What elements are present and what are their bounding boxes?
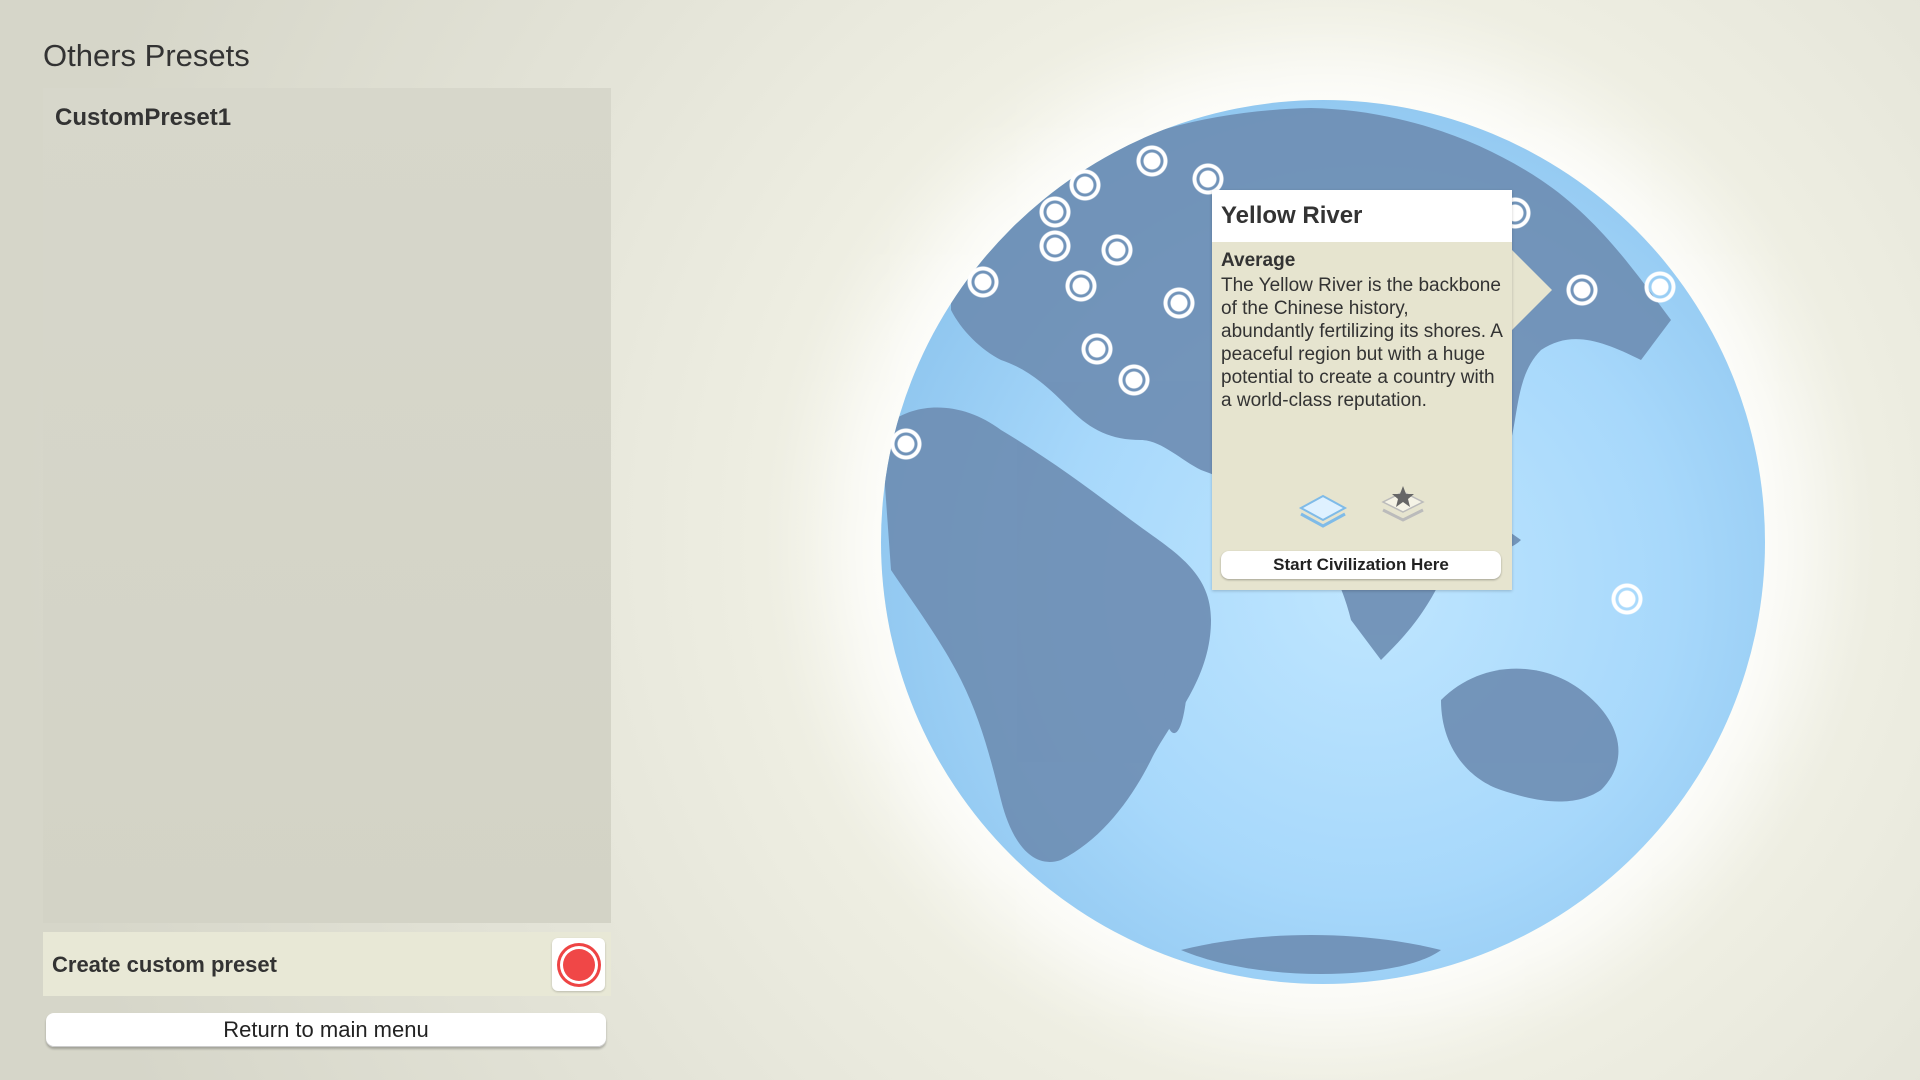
star-layers-icon xyxy=(1381,486,1425,522)
region-marker[interactable] xyxy=(965,264,1001,300)
region-tooltip: Yellow River Average The Yellow River is… xyxy=(1212,190,1512,590)
region-marker[interactable] xyxy=(1037,228,1073,264)
region-marker[interactable] xyxy=(1037,194,1073,230)
create-preset-button[interactable] xyxy=(552,938,605,991)
record-icon xyxy=(559,945,598,984)
tooltip-icons xyxy=(1297,486,1427,542)
tooltip-title: Yellow River xyxy=(1212,190,1512,242)
region-marker[interactable] xyxy=(888,426,924,462)
panel-title: Others Presets xyxy=(43,38,250,73)
region-marker[interactable] xyxy=(1099,232,1135,268)
region-marker[interactable] xyxy=(1609,581,1645,617)
region-marker[interactable] xyxy=(1642,269,1678,305)
tooltip-difficulty: Average xyxy=(1221,250,1296,271)
region-marker[interactable] xyxy=(1067,167,1103,203)
tooltip-arrow xyxy=(1512,250,1552,330)
create-preset-bar: Create custom preset xyxy=(43,932,611,996)
return-to-main-menu-button[interactable]: Return to main menu xyxy=(46,1013,606,1047)
tooltip-description: The Yellow River is the backbone of the … xyxy=(1221,275,1502,411)
preset-list: CustomPreset1 xyxy=(43,88,611,923)
start-civilization-button[interactable]: Start Civilization Here xyxy=(1221,551,1501,579)
preset-item[interactable]: CustomPreset1 xyxy=(55,104,231,132)
create-preset-label: Create custom preset xyxy=(52,952,277,977)
region-marker[interactable] xyxy=(1079,331,1115,367)
region-marker[interactable] xyxy=(1116,362,1152,398)
region-marker[interactable] xyxy=(1134,143,1170,179)
layers-icon xyxy=(1298,494,1348,528)
region-marker[interactable] xyxy=(1564,272,1600,308)
region-marker[interactable] xyxy=(1161,285,1197,321)
region-marker[interactable] xyxy=(1063,268,1099,304)
